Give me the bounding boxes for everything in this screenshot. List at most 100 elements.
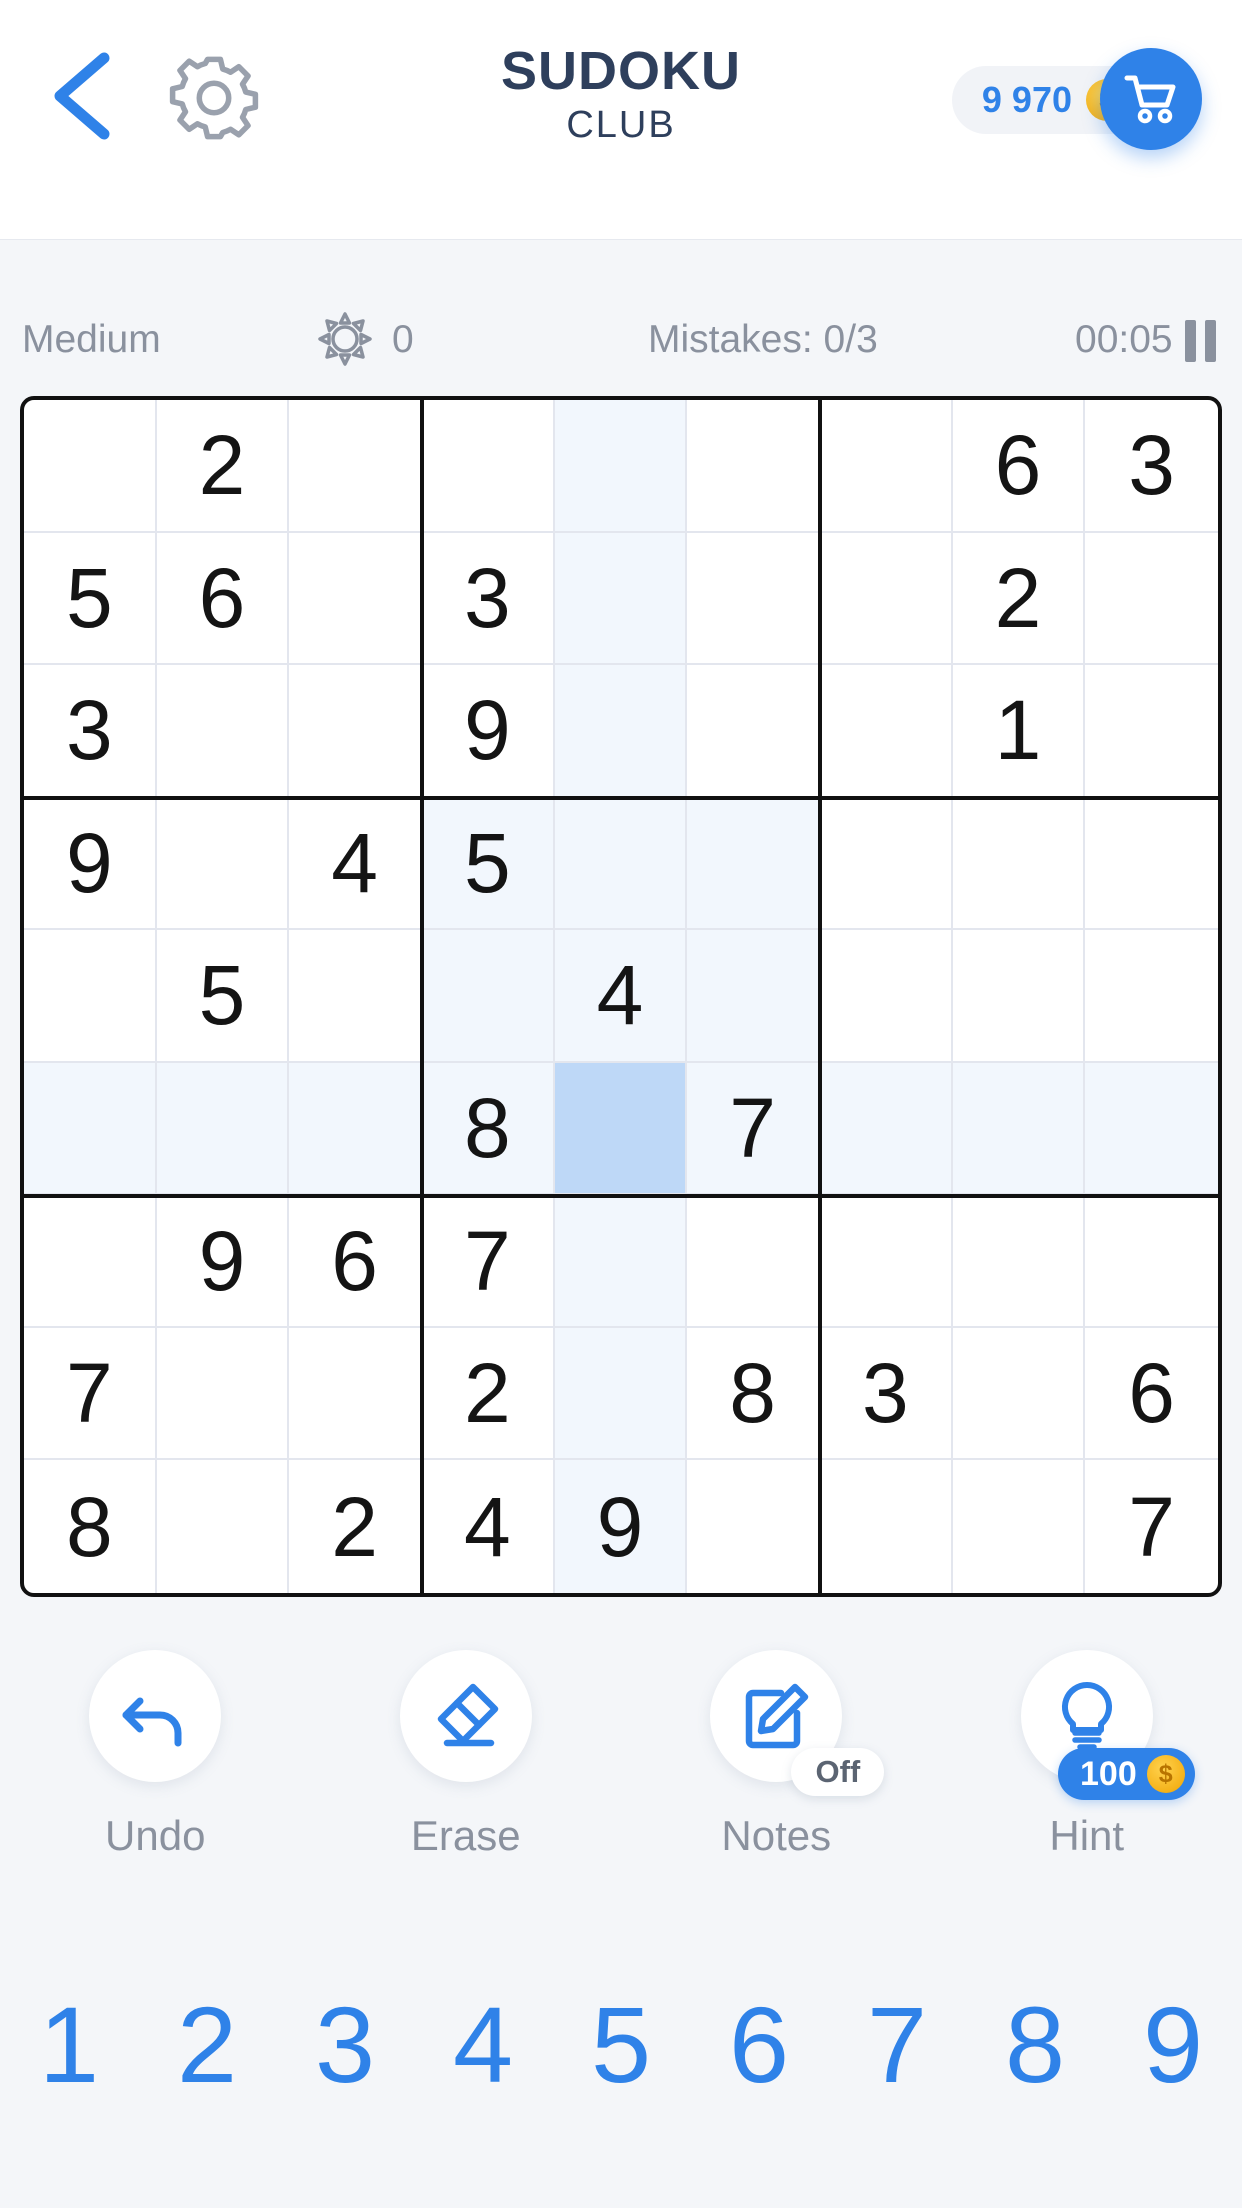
numpad-key-4[interactable]: 4 — [414, 1960, 552, 2130]
sudoku-cell-r4c7[interactable] — [820, 797, 953, 931]
sudoku-cell-r9c2[interactable] — [157, 1460, 290, 1593]
sudoku-cell-r1c6[interactable] — [687, 400, 820, 533]
sudoku-cell-r1c8[interactable]: 6 — [952, 400, 1086, 533]
sudoku-cell-r1c1[interactable] — [24, 400, 157, 533]
sudoku-cell-r2c3[interactable] — [289, 532, 422, 666]
pause-button[interactable] — [1185, 320, 1217, 362]
sudoku-cell-r2c4[interactable]: 3 — [422, 532, 555, 666]
sudoku-cell-r3c7[interactable] — [820, 665, 953, 798]
sudoku-cell-r5c5[interactable]: 4 — [554, 930, 688, 1063]
sudoku-cell-r4c2[interactable] — [156, 797, 290, 931]
sudoku-cell-r5c8[interactable] — [952, 930, 1086, 1063]
sudoku-cell-r3c4[interactable]: 9 — [422, 665, 555, 798]
numpad-key-5[interactable]: 5 — [552, 1960, 690, 2130]
undo-button[interactable]: Undo — [0, 1650, 311, 1910]
hint-button[interactable]: 100 $ Hint — [932, 1650, 1242, 1910]
sudoku-cell-r3c6[interactable] — [687, 665, 820, 798]
sudoku-cell-r2c5[interactable] — [554, 532, 688, 666]
sudoku-cell-r6c1[interactable] — [24, 1062, 157, 1196]
sudoku-cell-r2c2[interactable]: 6 — [156, 532, 290, 666]
sudoku-cell-r6c4[interactable]: 8 — [422, 1062, 555, 1196]
back-button[interactable] — [38, 48, 130, 144]
sudoku-cell-r8c8[interactable] — [952, 1327, 1086, 1461]
sudoku-cell-r9c9[interactable]: 7 — [1085, 1460, 1218, 1593]
sudoku-cell-r4c9[interactable] — [1085, 798, 1218, 931]
sudoku-cell-r2c8[interactable]: 2 — [952, 532, 1086, 666]
sudoku-cell-r7c7[interactable] — [820, 1195, 953, 1328]
sudoku-cell-r3c3[interactable] — [289, 665, 422, 798]
sudoku-cell-r6c7[interactable] — [820, 1062, 953, 1196]
number-pad[interactable]: 123456789 — [0, 1960, 1242, 2130]
sudoku-board[interactable]: 263563239194554879677283682497 — [20, 396, 1222, 1597]
sudoku-cell-r2c6[interactable] — [687, 532, 820, 666]
sudoku-cell-r9c5[interactable]: 9 — [554, 1460, 688, 1593]
sudoku-cell-r5c7[interactable] — [820, 930, 953, 1063]
sudoku-cell-r7c5[interactable] — [554, 1195, 688, 1328]
sudoku-cell-r5c9[interactable] — [1085, 930, 1218, 1063]
sudoku-cell-r7c9[interactable] — [1085, 1195, 1218, 1328]
numpad-key-8[interactable]: 8 — [966, 1960, 1104, 2130]
sudoku-cell-r8c9[interactable]: 6 — [1085, 1328, 1218, 1461]
sudoku-cell-r4c4[interactable]: 5 — [422, 797, 555, 931]
numpad-key-7[interactable]: 7 — [828, 1960, 966, 2130]
sudoku-cell-r8c6[interactable]: 8 — [687, 1327, 820, 1461]
numpad-key-3[interactable]: 3 — [276, 1960, 414, 2130]
sudoku-cell-r9c7[interactable] — [820, 1460, 953, 1593]
shop-button[interactable] — [1100, 48, 1202, 150]
sudoku-cell-r6c9[interactable] — [1085, 1062, 1218, 1196]
sudoku-cell-r5c3[interactable] — [289, 930, 422, 1063]
notes-button[interactable]: Off Notes — [621, 1650, 932, 1910]
numpad-key-9[interactable]: 9 — [1104, 1960, 1242, 2130]
sudoku-cell-r1c9[interactable]: 3 — [1085, 400, 1218, 533]
sudoku-cell-r1c7[interactable] — [820, 400, 953, 533]
sudoku-cell-r4c3[interactable]: 4 — [289, 797, 422, 931]
sudoku-cell-r5c1[interactable] — [24, 930, 157, 1063]
sudoku-cell-r7c4[interactable]: 7 — [422, 1195, 555, 1328]
sudoku-cell-r8c3[interactable] — [289, 1327, 422, 1461]
sudoku-cell-r1c2[interactable]: 2 — [156, 400, 290, 533]
settings-button[interactable] — [168, 52, 260, 144]
sudoku-cell-r9c6[interactable] — [687, 1460, 820, 1593]
numpad-key-1[interactable]: 1 — [0, 1960, 138, 2130]
sudoku-cell-r3c9[interactable] — [1085, 665, 1218, 798]
sudoku-cell-r8c2[interactable] — [156, 1327, 290, 1461]
sudoku-cell-r7c2[interactable]: 9 — [156, 1195, 290, 1328]
sudoku-cell-r1c5[interactable] — [554, 400, 688, 533]
sudoku-cell-r4c6[interactable] — [687, 797, 820, 931]
erase-button[interactable]: Erase — [311, 1650, 622, 1910]
sudoku-cell-r9c1[interactable]: 8 — [24, 1460, 157, 1593]
sudoku-cell-r8c1[interactable]: 7 — [24, 1327, 157, 1461]
sudoku-cell-r1c3[interactable] — [289, 400, 422, 533]
sudoku-cell-r6c2[interactable] — [156, 1062, 290, 1196]
sudoku-cell-r9c3[interactable]: 2 — [289, 1460, 422, 1593]
sudoku-cell-r8c4[interactable]: 2 — [422, 1327, 555, 1461]
sudoku-cell-r4c1[interactable]: 9 — [24, 797, 157, 931]
sudoku-cell-r3c2[interactable] — [156, 665, 290, 798]
sudoku-cell-r2c7[interactable] — [820, 532, 953, 666]
sudoku-cell-r6c6[interactable]: 7 — [687, 1062, 820, 1196]
sudoku-cell-r3c8[interactable]: 1 — [952, 665, 1086, 798]
sudoku-cell-r2c9[interactable] — [1085, 533, 1218, 666]
sudoku-cell-r2c1[interactable]: 5 — [24, 532, 157, 666]
sudoku-cell-r9c4[interactable]: 4 — [422, 1460, 555, 1593]
sudoku-cell-r7c6[interactable] — [687, 1195, 820, 1328]
sudoku-cell-r6c8[interactable] — [952, 1062, 1086, 1196]
sudoku-cell-r6c5[interactable] — [554, 1062, 688, 1196]
numpad-key-2[interactable]: 2 — [138, 1960, 276, 2130]
sudoku-cell-r9c8[interactable] — [953, 1460, 1086, 1593]
sudoku-cell-r5c6[interactable] — [687, 930, 820, 1063]
sudoku-cell-r7c3[interactable]: 6 — [289, 1195, 422, 1328]
sudoku-cell-r1c4[interactable] — [422, 400, 555, 533]
sudoku-grid[interactable]: 263563239194554879677283682497 — [24, 400, 1218, 1593]
sudoku-cell-r3c5[interactable] — [554, 665, 688, 798]
sudoku-cell-r6c3[interactable] — [289, 1062, 422, 1196]
numpad-key-6[interactable]: 6 — [690, 1960, 828, 2130]
sudoku-cell-r8c7[interactable]: 3 — [820, 1327, 953, 1461]
sudoku-cell-r3c1[interactable]: 3 — [24, 665, 157, 798]
sudoku-cell-r5c2[interactable]: 5 — [156, 930, 290, 1063]
sudoku-cell-r8c5[interactable] — [554, 1327, 688, 1461]
sudoku-cell-r4c5[interactable] — [554, 797, 688, 931]
sudoku-cell-r7c1[interactable] — [24, 1195, 157, 1328]
sudoku-cell-r4c8[interactable] — [952, 797, 1086, 931]
sudoku-cell-r7c8[interactable] — [952, 1195, 1086, 1328]
